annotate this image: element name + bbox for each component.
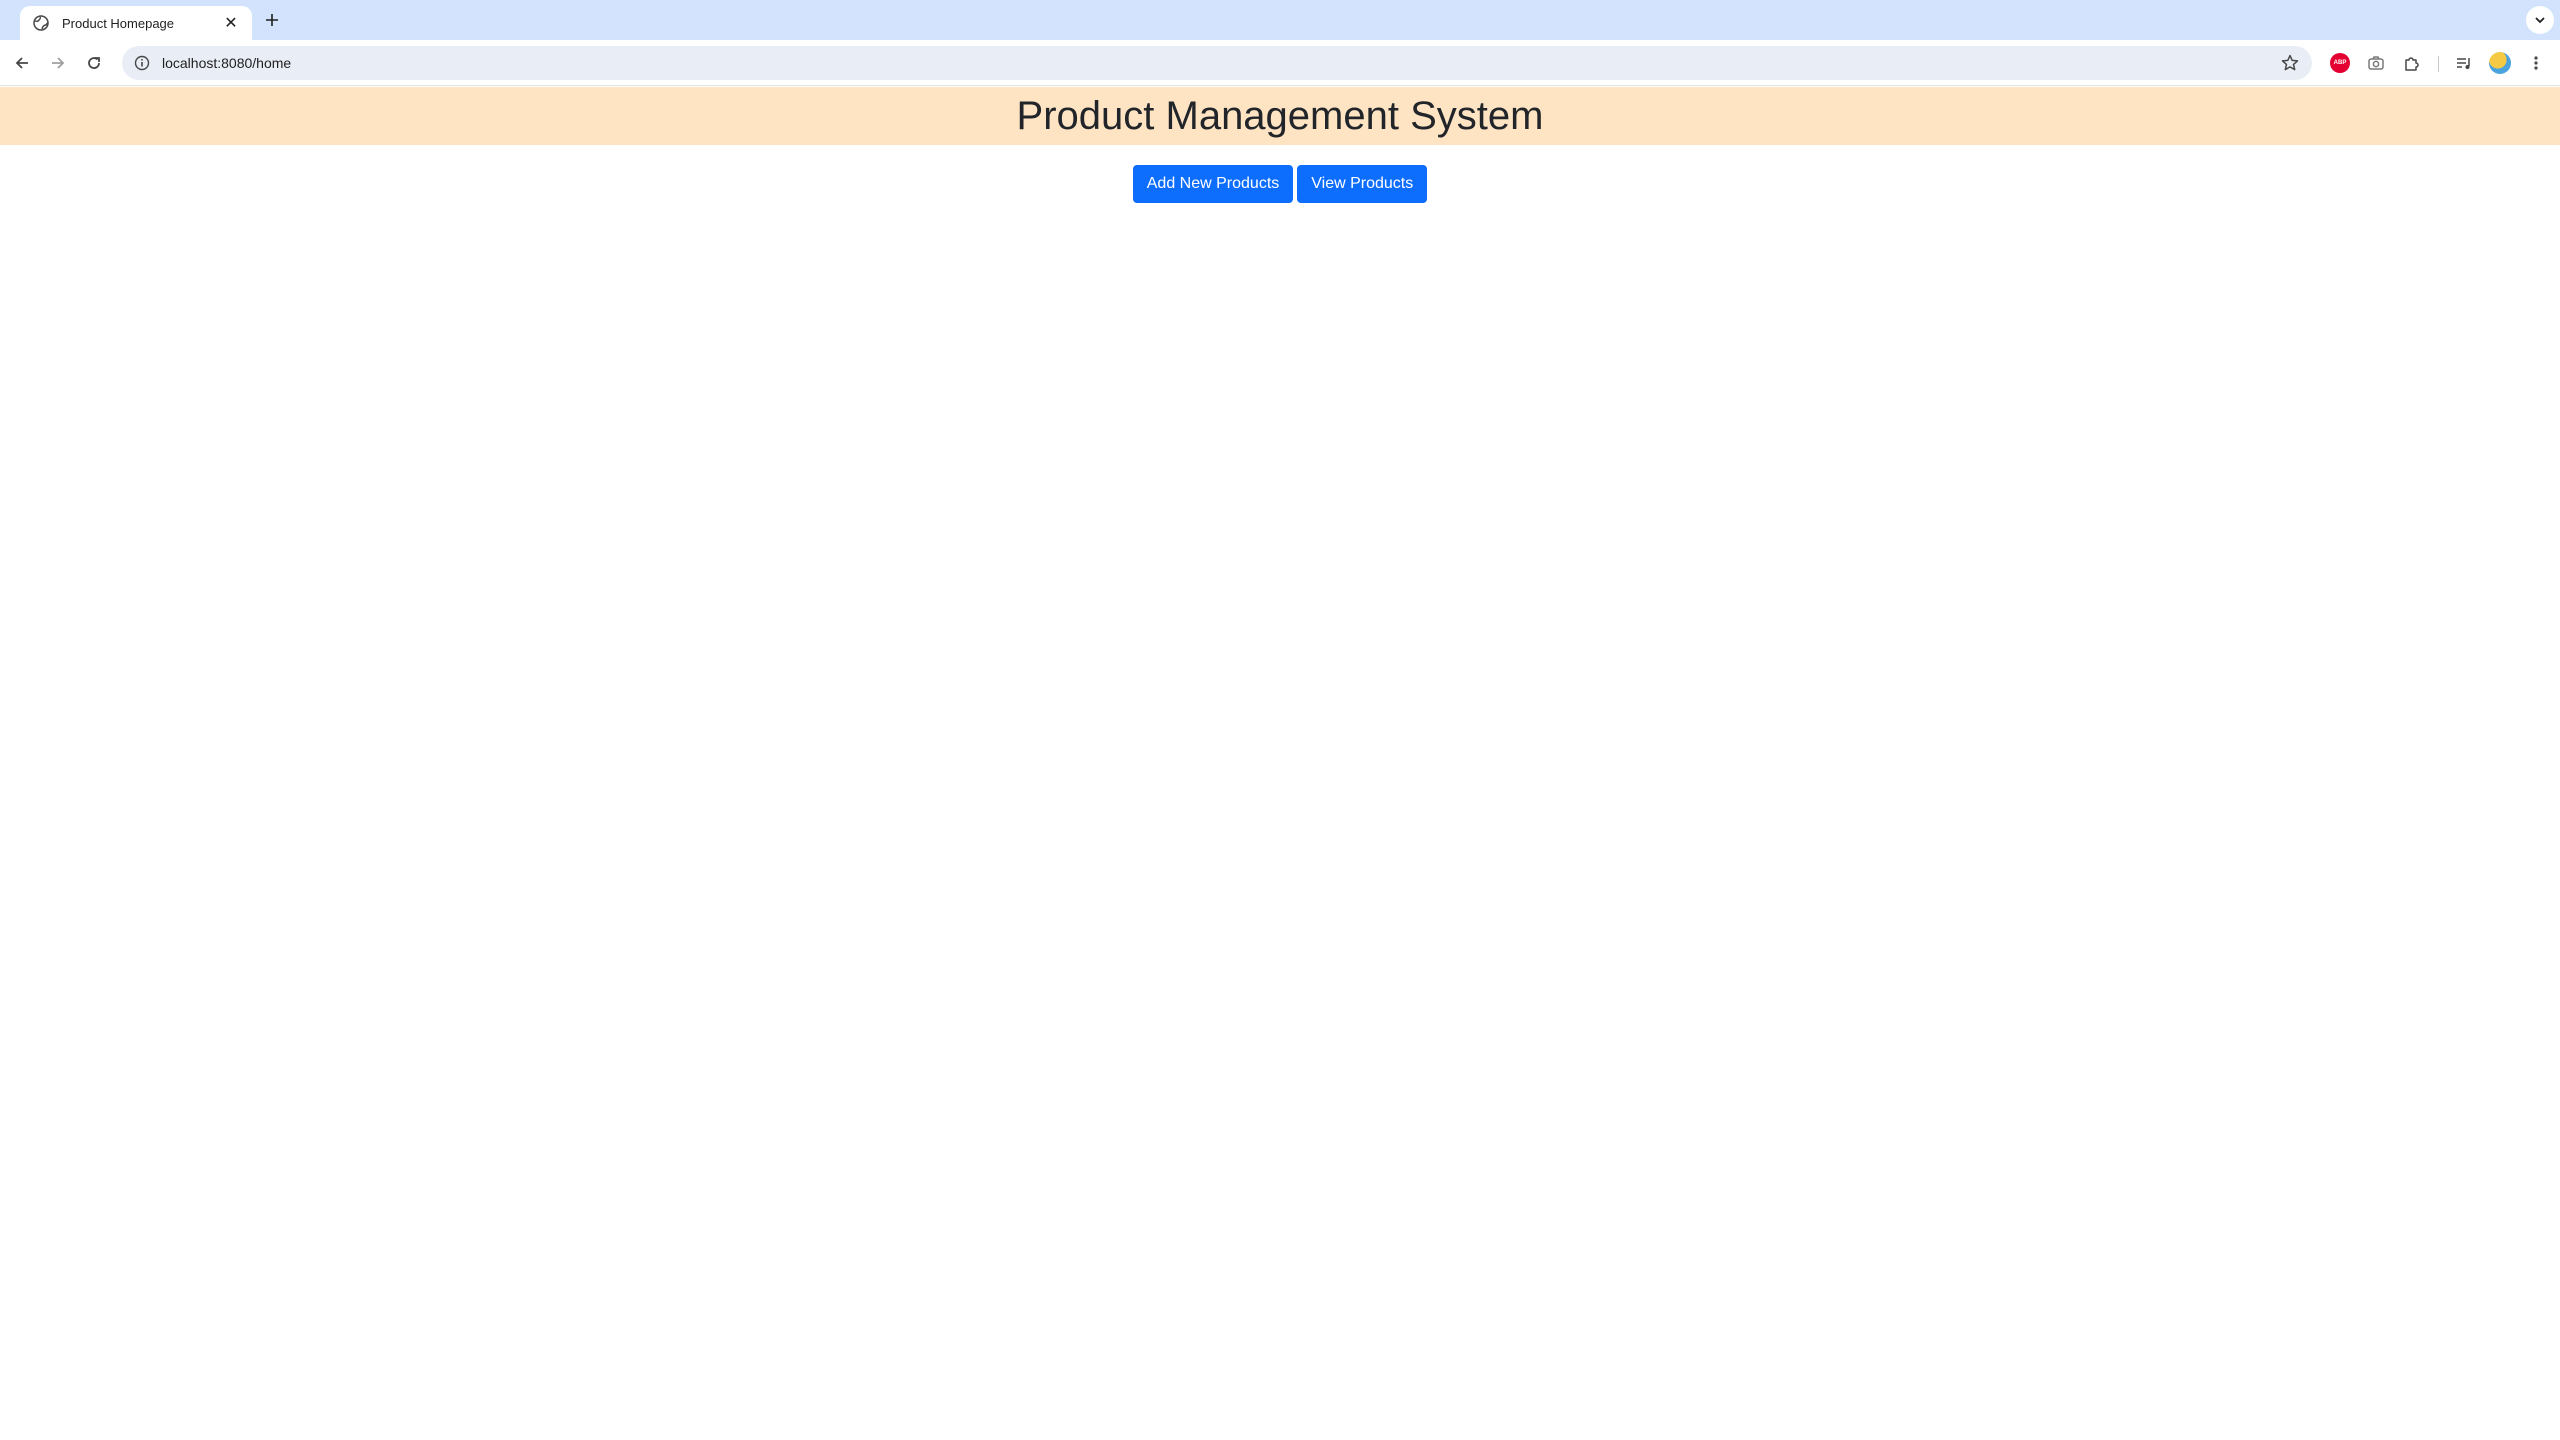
browser-tab[interactable]: Product Homepage ✕ (20, 6, 252, 40)
avatar (2489, 52, 2511, 74)
page-title: Product Management System (1016, 94, 1544, 138)
forward-button[interactable] (44, 49, 72, 77)
puzzle-piece-icon[interactable] (2400, 51, 2424, 75)
profile-avatar[interactable] (2488, 51, 2512, 75)
site-info-icon[interactable] (134, 55, 150, 71)
back-button[interactable] (8, 49, 36, 77)
close-icon[interactable]: ✕ (220, 12, 242, 34)
url-text[interactable]: localhost:8080/home (162, 55, 2280, 71)
tab-strip: Product Homepage ✕ (0, 0, 2560, 40)
browser-toolbar: localhost:8080/home ABP (0, 40, 2560, 86)
page-header: Product Management System (0, 87, 2560, 145)
more-vertical-icon (2534, 56, 2538, 70)
page-content: Product Management System Add New Produc… (0, 87, 2560, 1440)
browser-menu-button[interactable] (2524, 51, 2548, 75)
camera-icon[interactable] (2364, 51, 2388, 75)
chevron-down-icon (2535, 17, 2545, 24)
new-tab-button[interactable] (260, 8, 284, 32)
view-products-button[interactable]: View Products (1297, 165, 1428, 203)
toolbar-divider (2438, 56, 2439, 72)
reload-button[interactable] (80, 49, 108, 77)
address-bar[interactable]: localhost:8080/home (122, 46, 2312, 80)
bookmark-star-icon[interactable] (2280, 53, 2300, 73)
adblock-plus-icon[interactable]: ABP (2328, 51, 2352, 75)
forward-arrow-icon (52, 57, 65, 69)
media-control-icon[interactable] (2452, 51, 2476, 75)
reload-icon (88, 57, 100, 69)
add-new-products-button[interactable]: Add New Products (1132, 165, 1294, 203)
back-arrow-icon (15, 57, 28, 69)
adblock-plus-badge: ABP (2330, 53, 2350, 73)
globe-icon (32, 14, 50, 32)
tab-search-button[interactable] (2526, 6, 2554, 34)
tab-title: Product Homepage (62, 15, 175, 31)
action-buttons: Add New Products View Products (0, 165, 2560, 203)
